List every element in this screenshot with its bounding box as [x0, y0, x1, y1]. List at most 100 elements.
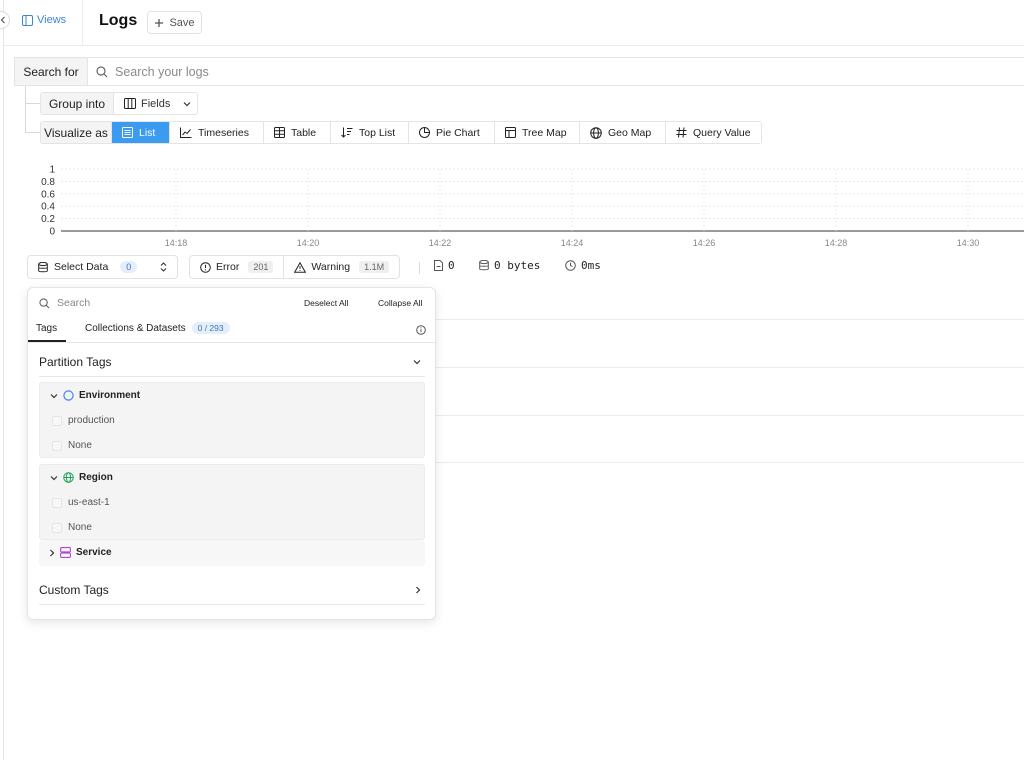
chevron-down-icon [50, 475, 58, 481]
viz-option-top-list[interactable]: Top List [331, 122, 409, 143]
duration-stat: 0ms [565, 259, 601, 272]
line-chart-icon [180, 127, 192, 138]
y-tick-label: 1 [49, 165, 55, 176]
section-divider [39, 604, 425, 605]
chevron-down-icon [183, 101, 191, 107]
record-count-stat: 0 [434, 259, 455, 272]
globe-icon [590, 126, 602, 139]
tag-option-label: us-east-1 [68, 497, 110, 508]
y-tick-label: 0.2 [41, 214, 55, 225]
partition-tags-header[interactable]: Partition Tags [39, 355, 425, 369]
viz-option-timeseries[interactable]: Timeseries [170, 122, 264, 143]
visualize-as-label: Visualize as [41, 122, 112, 143]
viz-option-label: Timeseries [198, 126, 249, 139]
search-row: Search for Search your logs [14, 57, 1024, 86]
page-title: Logs [99, 12, 138, 29]
search-for-label: Search for [15, 58, 88, 85]
log-level-filter: Error 201 Warning 1.1M [189, 255, 400, 279]
error-count: 201 [248, 261, 274, 273]
search-placeholder: Search your logs [115, 64, 209, 79]
tag-group-name: Region [79, 472, 113, 483]
group-into-label: Group into [41, 93, 114, 114]
deselect-all-button[interactable]: Deselect All [304, 298, 348, 308]
viz-option-label: Geo Map [608, 126, 652, 139]
stats-divider [419, 262, 420, 274]
y-tick-label: 0.8 [41, 177, 55, 188]
viz-option-query-value[interactable]: Query Value [666, 122, 761, 143]
bytes-value: 0 bytes [494, 259, 541, 272]
tag-option-label: None [68, 440, 92, 451]
chevron-down-icon [50, 393, 58, 399]
checkbox[interactable] [52, 497, 62, 508]
columns-icon [124, 98, 136, 109]
x-tick-label: 14:22 [429, 238, 452, 248]
search-icon [96, 65, 108, 78]
x-tick-label: 14:26 [693, 238, 716, 248]
error-filter[interactable]: Error 201 [190, 256, 283, 278]
tree-connector [25, 103, 40, 104]
collections-count-badge: 0 / 293 [191, 322, 230, 334]
viz-option-table[interactable]: Table [264, 122, 331, 143]
duration-value: 0ms [581, 259, 601, 272]
error-label: Error [216, 261, 240, 273]
tag-group-header[interactable]: Region [50, 472, 113, 483]
tag-option-none[interactable]: None [52, 440, 92, 451]
collapse-all-button[interactable]: Collapse All [378, 298, 422, 308]
log-row-divider [436, 462, 1024, 463]
tag-group-service[interactable]: Service [39, 540, 425, 566]
viz-option-label: Top List [359, 126, 396, 139]
clock-icon [565, 260, 576, 271]
table-icon [274, 127, 285, 138]
bytes-stat: 0 bytes [479, 259, 540, 272]
custom-tags-header[interactable]: Custom Tags [39, 583, 425, 597]
database-icon [479, 260, 489, 271]
partition-tags-title: Partition Tags [39, 355, 112, 369]
select-data-label: Select Data [54, 261, 109, 273]
save-button[interactable]: Save [147, 11, 202, 34]
tag-group-header[interactable]: Environment [50, 390, 140, 401]
chevron-up-down-icon [160, 262, 167, 272]
collapse-sidebar-button[interactable] [0, 11, 10, 29]
x-tick-label: 14:18 [165, 238, 188, 248]
viz-option-pie-chart[interactable]: Pie Chart [409, 122, 495, 143]
tag-option-production[interactable]: production [52, 415, 115, 426]
warning-filter[interactable]: Warning 1.1M [283, 256, 399, 278]
save-label: Save [169, 16, 195, 29]
log-search-input[interactable]: Search your logs [88, 58, 1024, 85]
checkbox[interactable] [52, 522, 62, 533]
visualize-as-row: Visualize as List Timeseries Table Top L… [40, 121, 762, 144]
sidebar-panel-icon [22, 14, 33, 26]
tag-option-us-east-1[interactable]: us-east-1 [52, 497, 110, 508]
tree-connector [25, 86, 26, 132]
chevron-right-icon [415, 586, 421, 594]
group-into-select[interactable]: Fields [114, 93, 197, 114]
y-tick-label: 0.4 [41, 202, 55, 213]
checkbox[interactable] [52, 415, 62, 426]
select-data-button[interactable]: Select Data 0 [27, 255, 178, 279]
chevron-right-icon [49, 549, 55, 557]
tag-option-none[interactable]: None [52, 522, 92, 533]
info-icon[interactable] [416, 325, 426, 335]
viz-option-tree-map[interactable]: Tree Map [495, 122, 580, 143]
log-row-divider [436, 319, 1024, 320]
viz-option-label: Tree Map [522, 126, 567, 139]
viz-option-label: Pie Chart [436, 126, 480, 139]
hash-icon [676, 127, 687, 138]
tree-map-icon [505, 127, 516, 138]
viz-option-list[interactable]: List [112, 122, 170, 143]
viz-option-geo-map[interactable]: Geo Map [580, 122, 666, 143]
section-divider [39, 376, 425, 377]
views-link[interactable]: Views [22, 14, 66, 26]
tag-search-input[interactable]: Search [39, 297, 90, 309]
warning-count: 1.1M [359, 261, 390, 273]
tab-collections-datasets[interactable]: Collections & Datasets 0 / 293 [85, 322, 230, 334]
y-tick-label: 0.6 [41, 189, 55, 200]
pie-chart-icon [419, 127, 430, 138]
chevron-down-icon [413, 359, 421, 365]
views-label: Views [37, 14, 67, 26]
tab-tags[interactable]: Tags [28, 323, 67, 342]
checkbox[interactable] [52, 440, 62, 451]
chevron-left-icon [0, 16, 6, 24]
tab-label: Collections & Datasets [85, 323, 186, 334]
viz-option-label: List [139, 126, 156, 139]
